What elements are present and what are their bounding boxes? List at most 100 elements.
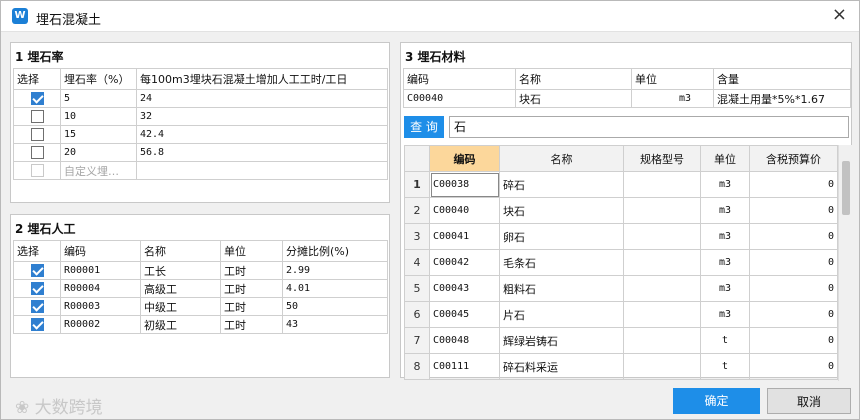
labor-code[interactable]: R00002 xyxy=(60,315,141,334)
material-price[interactable]: 0 xyxy=(749,249,838,276)
search-input[interactable]: 石 xyxy=(449,116,849,138)
labor-ratio[interactable]: 50 xyxy=(282,297,388,316)
material-name[interactable]: 粗料石 xyxy=(499,275,624,302)
material-spec[interactable] xyxy=(623,223,701,250)
material-name[interactable]: 碎石料采运 xyxy=(499,353,624,380)
material-price[interactable]: 0 xyxy=(749,171,838,198)
row-number[interactable]: 2 xyxy=(404,197,430,224)
cancel-button[interactable]: 取消 xyxy=(767,388,851,414)
table-row[interactable]: 20 56.8 xyxy=(13,143,388,162)
labor-unit[interactable]: 工时 xyxy=(220,315,283,334)
select-cell[interactable] xyxy=(13,107,61,126)
scrollbar-thumb[interactable] xyxy=(842,161,850,215)
column-header[interactable]: 含税预算价 xyxy=(749,145,838,172)
table-row[interactable]: R00002 初级工 工时 43 xyxy=(13,315,388,334)
material-price[interactable]: 0 xyxy=(749,327,838,354)
labor-name[interactable]: 工长 xyxy=(140,261,221,280)
material-price[interactable]: 0 xyxy=(749,197,838,224)
material-code[interactable]: C00043 xyxy=(429,275,500,302)
material-spec[interactable] xyxy=(623,197,701,224)
select-checkbox[interactable] xyxy=(30,264,44,278)
select-checkbox[interactable] xyxy=(30,92,44,106)
select-cell[interactable] xyxy=(13,261,61,280)
stone-rate-value[interactable]: 10 xyxy=(60,107,137,126)
ok-button[interactable]: 确定 xyxy=(673,388,760,414)
labor-code[interactable]: R00001 xyxy=(60,261,141,280)
stone-rate-value[interactable]: 15 xyxy=(60,125,137,144)
select-checkbox[interactable] xyxy=(30,282,44,296)
material-name[interactable]: 毛条石 xyxy=(499,249,624,276)
row-number[interactable]: 3 xyxy=(404,223,430,250)
table-row[interactable]: 8 C00111 碎石料采运 t 0 xyxy=(404,353,838,380)
material-name[interactable]: 辉绿岩铸石 xyxy=(499,327,624,354)
table-row[interactable]: R00003 中级工 工时 50 xyxy=(13,297,388,316)
table-row[interactable]: R00001 工长 工时 2.99 xyxy=(13,261,388,280)
stone-rate-value[interactable]: 20 xyxy=(60,143,137,162)
custom-row[interactable]: 自定义埋… xyxy=(13,161,388,180)
material-unit[interactable]: m3 xyxy=(700,197,750,224)
material-code[interactable]: C00041 xyxy=(429,223,500,250)
labor-name[interactable]: 高级工 xyxy=(140,279,221,298)
material-name[interactable]: 块石 xyxy=(499,197,624,224)
table-row[interactable]: C00040 块石 m3 混凝土用量*5%*1.67 xyxy=(403,89,851,108)
material-unit[interactable]: t xyxy=(700,327,750,354)
material-unit[interactable]: m3 xyxy=(700,171,750,198)
custom-value-cell[interactable] xyxy=(136,161,388,180)
material-spec[interactable] xyxy=(623,171,701,198)
select-cell[interactable] xyxy=(13,89,61,108)
material-code[interactable]: C00048 xyxy=(429,327,500,354)
labor-ratio[interactable]: 2.99 xyxy=(282,261,388,280)
select-cell[interactable] xyxy=(13,143,61,162)
labor-increase-value[interactable]: 24 xyxy=(136,89,388,108)
material-unit[interactable]: m3 xyxy=(700,223,750,250)
select-checkbox[interactable] xyxy=(30,318,44,332)
select-cell[interactable] xyxy=(13,279,61,298)
column-header-code[interactable]: 编码 xyxy=(429,145,500,172)
vertical-scrollbar[interactable] xyxy=(838,145,852,381)
table-row[interactable]: 3 C00041 卵石 m3 0 xyxy=(404,223,838,250)
labor-ratio[interactable]: 4.01 xyxy=(282,279,388,298)
material-name[interactable]: 卵石 xyxy=(499,223,624,250)
search-button[interactable]: 查 询 xyxy=(404,116,444,138)
material-spec[interactable] xyxy=(623,249,701,276)
row-number[interactable]: 1 xyxy=(404,171,430,198)
column-header[interactable]: 规格型号 xyxy=(623,145,701,172)
labor-name[interactable]: 中级工 xyxy=(140,297,221,316)
row-number[interactable]: 6 xyxy=(404,301,430,328)
table-row[interactable]: 2 C00040 块石 m3 0 xyxy=(404,197,838,224)
table-row[interactable]: R00004 高级工 工时 4.01 xyxy=(13,279,388,298)
labor-code[interactable]: R00004 xyxy=(60,279,141,298)
labor-code[interactable]: R00003 xyxy=(60,297,141,316)
select-checkbox[interactable] xyxy=(30,110,44,124)
table-row[interactable]: 5 C00043 粗料石 m3 0 xyxy=(404,275,838,302)
material-unit[interactable]: m3 xyxy=(700,301,750,328)
table-row[interactable]: 10 32 xyxy=(13,107,388,126)
custom-rate-input[interactable]: 自定义埋… xyxy=(60,161,137,180)
material-name[interactable]: 碎石 xyxy=(499,171,624,198)
select-cell[interactable] xyxy=(13,297,61,316)
material-unit[interactable]: m3 xyxy=(631,89,714,108)
select-cell[interactable] xyxy=(13,125,61,144)
labor-name[interactable]: 初级工 xyxy=(140,315,221,334)
column-header[interactable]: 名称 xyxy=(499,145,624,172)
select-checkbox[interactable] xyxy=(30,128,44,142)
row-number[interactable]: 8 xyxy=(404,353,430,380)
material-unit[interactable]: m3 xyxy=(700,275,750,302)
material-name[interactable]: 片石 xyxy=(499,301,624,328)
stone-rate-value[interactable]: 5 xyxy=(60,89,137,108)
material-price[interactable]: 0 xyxy=(749,353,838,380)
material-code[interactable]: C00038 xyxy=(429,171,500,198)
material-code[interactable]: C00042 xyxy=(429,249,500,276)
labor-unit[interactable]: 工时 xyxy=(220,261,283,280)
material-code[interactable]: C00111 xyxy=(429,353,500,380)
labor-unit[interactable]: 工时 xyxy=(220,297,283,316)
table-row[interactable]: 6 C00045 片石 m3 0 xyxy=(404,301,838,328)
material-price[interactable]: 0 xyxy=(749,275,838,302)
material-spec[interactable] xyxy=(623,275,701,302)
table-row[interactable]: 7 C00048 辉绿岩铸石 t 0 xyxy=(404,327,838,354)
material-spec[interactable] xyxy=(623,327,701,354)
close-icon[interactable]: × xyxy=(832,6,847,24)
material-name[interactable]: 块石 xyxy=(515,89,632,108)
row-number[interactable]: 5 xyxy=(404,275,430,302)
table-row[interactable]: 5 24 xyxy=(13,89,388,108)
